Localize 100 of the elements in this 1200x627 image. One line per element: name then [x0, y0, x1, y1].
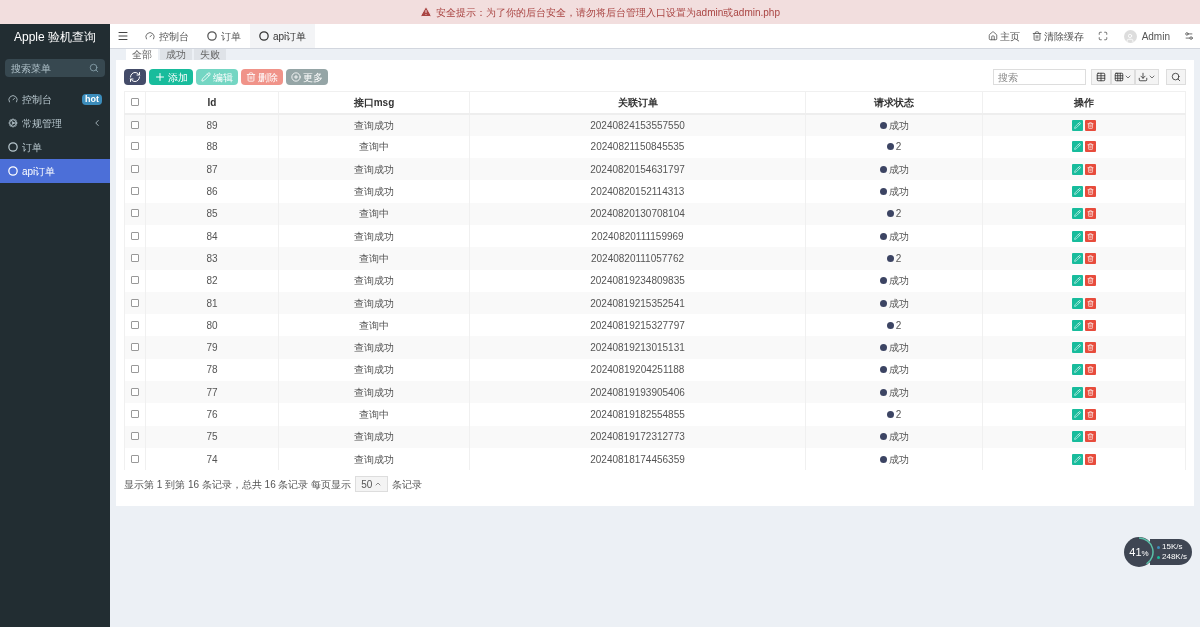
- page-size-dropdown[interactable]: 50: [355, 476, 389, 493]
- edit-button[interactable]: [1072, 364, 1083, 376]
- delete-button[interactable]: [1085, 163, 1096, 175]
- pencil-icon: [1074, 455, 1081, 463]
- edit-button[interactable]: [1072, 297, 1083, 309]
- nav-tab[interactable]: 订单: [198, 24, 250, 48]
- row-checkbox[interactable]: [131, 164, 139, 173]
- toolbar-button[interactable]: [124, 69, 146, 85]
- user-menu[interactable]: Admin: [1115, 28, 1178, 44]
- delete-button[interactable]: [1085, 409, 1096, 420]
- edit-button[interactable]: [1072, 409, 1083, 420]
- trash-icon: [1087, 299, 1094, 307]
- trash-icon: [1087, 411, 1094, 418]
- delete-button[interactable]: [1085, 119, 1096, 131]
- edit-button[interactable]: [1072, 431, 1083, 443]
- row-checkbox[interactable]: [131, 276, 139, 285]
- sidebar-item[interactable]: 订单: [0, 135, 110, 159]
- edit-button[interactable]: [1072, 208, 1083, 220]
- nav-tab[interactable]: 控制台: [136, 24, 198, 48]
- edit-button[interactable]: [1072, 163, 1083, 175]
- pencil-icon: [1074, 344, 1081, 352]
- row-checkbox[interactable]: [131, 343, 139, 352]
- fullscreen-icon[interactable]: [1097, 31, 1108, 41]
- row-checkbox[interactable]: [131, 209, 139, 218]
- delete-button[interactable]: [1085, 230, 1096, 242]
- edit-button[interactable]: [1072, 275, 1083, 287]
- delete-button[interactable]: [1085, 342, 1096, 354]
- sidebar-item-label: 常规管理: [22, 116, 63, 131]
- table-cell: 20240818174456359: [469, 447, 806, 471]
- column-header[interactable]: 请求状态: [805, 91, 983, 114]
- plus-circle-icon: [291, 72, 301, 82]
- select-all-checkbox[interactable]: [131, 97, 139, 106]
- sidebar-item[interactable]: 常规管理: [0, 111, 110, 135]
- status-text: 成功: [888, 363, 909, 378]
- table-cell: 20240819234809835: [469, 269, 806, 292]
- edit-button[interactable]: [1072, 141, 1083, 153]
- table-cell: 82: [145, 269, 279, 292]
- delete-button[interactable]: [1085, 208, 1096, 220]
- status-text: 成功: [888, 452, 909, 467]
- row-checkbox[interactable]: [131, 365, 139, 374]
- trash-icon: [1087, 210, 1094, 218]
- trash-icon: [1087, 433, 1094, 441]
- delete-button[interactable]: [1085, 431, 1096, 443]
- column-header[interactable]: Id: [145, 91, 279, 114]
- edit-button[interactable]: [1072, 319, 1083, 331]
- sidebar-search-field[interactable]: 搜索菜单: [5, 59, 105, 77]
- row-checkbox[interactable]: [131, 454, 139, 463]
- edit-button[interactable]: [1072, 386, 1083, 398]
- nav-link[interactable]: 主页: [981, 28, 1026, 44]
- toggle-view-button[interactable]: [1091, 69, 1111, 85]
- delete-button[interactable]: [1085, 386, 1096, 398]
- delete-button[interactable]: [1085, 364, 1096, 376]
- row-checkbox[interactable]: [131, 187, 139, 196]
- delete-button[interactable]: [1085, 453, 1096, 465]
- delete-button[interactable]: [1085, 275, 1096, 287]
- columns-button[interactable]: [1111, 69, 1135, 85]
- row-checkbox[interactable]: [131, 120, 139, 129]
- row-checkbox[interactable]: [131, 231, 139, 240]
- delete-button[interactable]: [1085, 252, 1096, 264]
- sidebar-item[interactable]: api订单: [0, 159, 110, 183]
- row-checkbox[interactable]: [131, 410, 139, 418]
- avatar-icon: [1123, 29, 1137, 43]
- trash-icon: [246, 72, 256, 82]
- sidebar-item[interactable]: 控制台 hot: [0, 87, 110, 111]
- status-text: 成功: [888, 430, 909, 445]
- row-checkbox[interactable]: [131, 142, 139, 151]
- edit-button[interactable]: [1072, 342, 1083, 354]
- status-text: 成功: [888, 162, 909, 177]
- filter-tab[interactable]: 全部: [126, 49, 158, 60]
- delete-button[interactable]: [1085, 141, 1096, 153]
- column-header[interactable]: 关联订单: [469, 91, 806, 114]
- edit-button[interactable]: [1072, 230, 1083, 242]
- nav-tab[interactable]: api订单: [250, 24, 316, 48]
- row-checkbox[interactable]: [131, 298, 139, 307]
- export-button[interactable]: [1135, 69, 1159, 85]
- search-button[interactable]: [1166, 69, 1186, 85]
- delete-button[interactable]: [1085, 297, 1096, 309]
- pagination-suffix: 条记录: [392, 477, 423, 492]
- trash-icon: [1087, 232, 1094, 240]
- pencil-icon: [1074, 232, 1081, 240]
- row-checkbox[interactable]: [131, 387, 139, 396]
- row-checkbox[interactable]: [131, 253, 139, 262]
- edit-button[interactable]: [1072, 252, 1083, 264]
- menu-icon[interactable]: [117, 30, 129, 42]
- sidebar-search-input[interactable]: 搜索菜单: [11, 60, 89, 76]
- edit-button[interactable]: [1072, 186, 1083, 198]
- row-checkbox[interactable]: [131, 320, 139, 329]
- filter-tab[interactable]: 成功: [160, 49, 192, 60]
- trash-icon: [1087, 165, 1094, 173]
- delete-button[interactable]: [1085, 186, 1096, 198]
- edit-button[interactable]: [1072, 453, 1083, 465]
- edit-button[interactable]: [1072, 119, 1083, 131]
- nav-link[interactable]: 清除缓存: [1025, 28, 1090, 44]
- column-header[interactable]: 接口msg: [278, 91, 470, 114]
- row-checkbox[interactable]: [131, 432, 139, 441]
- delete-button[interactable]: [1085, 319, 1096, 331]
- sidebar-item-label: api订单: [22, 164, 57, 179]
- settings-icon[interactable]: [1184, 31, 1194, 41]
- column-header[interactable]: 操作: [982, 91, 1186, 114]
- filter-tab[interactable]: 失败: [194, 49, 226, 60]
